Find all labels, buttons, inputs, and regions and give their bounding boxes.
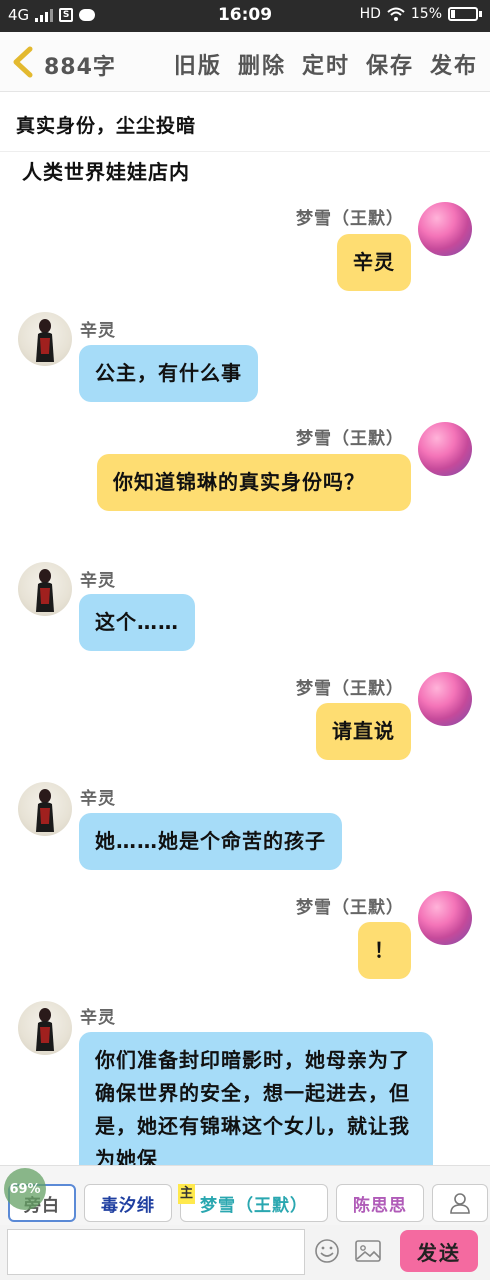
add-role-button[interactable]	[432, 1184, 488, 1222]
scene-narration: 人类世界娃娃店内	[22, 160, 190, 184]
word-count: 884字	[44, 55, 116, 80]
chat-bubble-left[interactable]: 她……她是个命苦的孩子	[79, 813, 342, 870]
status-bar: 4G S 16:09 HD 15%	[0, 0, 490, 32]
chat-bubble-right[interactable]: 辛灵	[337, 234, 411, 291]
toolbar-actions: 旧版 删除 定时 保存 发布	[174, 48, 478, 80]
chat-bubble-right[interactable]: ！	[358, 922, 411, 979]
chat-bubble-right[interactable]: 你知道锦琳的真实身份吗？	[97, 454, 411, 511]
avatar-mengxue[interactable]	[418, 422, 472, 476]
figure-illustration	[36, 789, 54, 832]
image-icon[interactable]	[354, 1238, 382, 1264]
chapter-title: 真实身份，尘尘投暗	[16, 115, 197, 137]
speaker-name: 梦雪（王默）	[296, 209, 404, 229]
speaker-name: 梦雪（王默）	[296, 679, 404, 699]
speaker-name: 梦雪（王默）	[296, 898, 404, 918]
progress-badge[interactable]: 69%	[4, 1168, 46, 1210]
role-mengxue[interactable]: 梦雪（王默）	[180, 1184, 328, 1222]
avatar-xinling[interactable]	[18, 312, 72, 366]
figure-illustration	[36, 319, 54, 362]
input-bar: 发送	[0, 1225, 490, 1280]
save-button[interactable]: 保存	[366, 48, 414, 80]
speaker-name: 辛灵	[80, 321, 116, 341]
publish-button[interactable]: 发布	[430, 48, 478, 80]
main-character-tag: 主	[178, 1184, 196, 1204]
avatar-mengxue[interactable]	[418, 202, 472, 256]
send-button[interactable]: 发送	[400, 1230, 478, 1272]
chat-bubble-left[interactable]: 你们准备封印暗影时，她母亲为了确保世界的安全，想一起进去，但是，她还有锦琳这个女…	[79, 1032, 433, 1165]
speaker-name: 辛灵	[80, 789, 116, 809]
status-right: HD 15%	[360, 6, 482, 22]
editor-toolbar: 884字 旧版 删除 定时 保存 发布	[0, 32, 490, 92]
figure-illustration	[36, 1008, 54, 1051]
chat-bubble-right[interactable]: 请直说	[316, 703, 411, 760]
emoji-icon[interactable]	[314, 1238, 340, 1264]
chat-bubble-left[interactable]: 这个……	[79, 594, 195, 651]
battery-percent: 15%	[410, 6, 442, 22]
role-switch-bar: 旁白 毒汐绯 梦雪（王默） 陈思思	[0, 1165, 490, 1225]
wifi-icon	[387, 7, 405, 21]
delete-button[interactable]: 删除	[238, 48, 286, 80]
avatar-xinling[interactable]	[18, 782, 72, 836]
hd-indicator: HD	[359, 6, 381, 22]
role-duxifei[interactable]: 毒汐绯	[84, 1184, 172, 1222]
chat-bubble-left[interactable]: 公主，有什么事	[79, 345, 258, 402]
chapter-title-bar[interactable]: 真实身份，尘尘投暗	[0, 92, 490, 152]
speaker-name: 辛灵	[80, 1008, 116, 1028]
avatar-mengxue[interactable]	[418, 891, 472, 945]
avatar-xinling[interactable]	[18, 1001, 72, 1055]
avatar-xinling[interactable]	[18, 562, 72, 616]
old-version-button[interactable]: 旧版	[174, 48, 222, 80]
avatar-mengxue[interactable]	[418, 672, 472, 726]
speaker-name: 梦雪（王默）	[296, 429, 404, 449]
chat-area[interactable]: 人类世界娃娃店内 梦雪（王默） 辛灵 辛灵 公主，有什么事 梦雪（王默） 你知道…	[0, 152, 490, 1165]
back-chevron-icon[interactable]	[10, 46, 38, 78]
schedule-button[interactable]: 定时	[302, 48, 350, 80]
role-chensisi[interactable]: 陈思思	[336, 1184, 424, 1222]
figure-illustration	[36, 569, 54, 612]
battery-icon	[448, 7, 482, 21]
speaker-name: 辛灵	[80, 571, 116, 591]
user-icon	[450, 1193, 470, 1214]
message-input[interactable]	[7, 1229, 305, 1275]
